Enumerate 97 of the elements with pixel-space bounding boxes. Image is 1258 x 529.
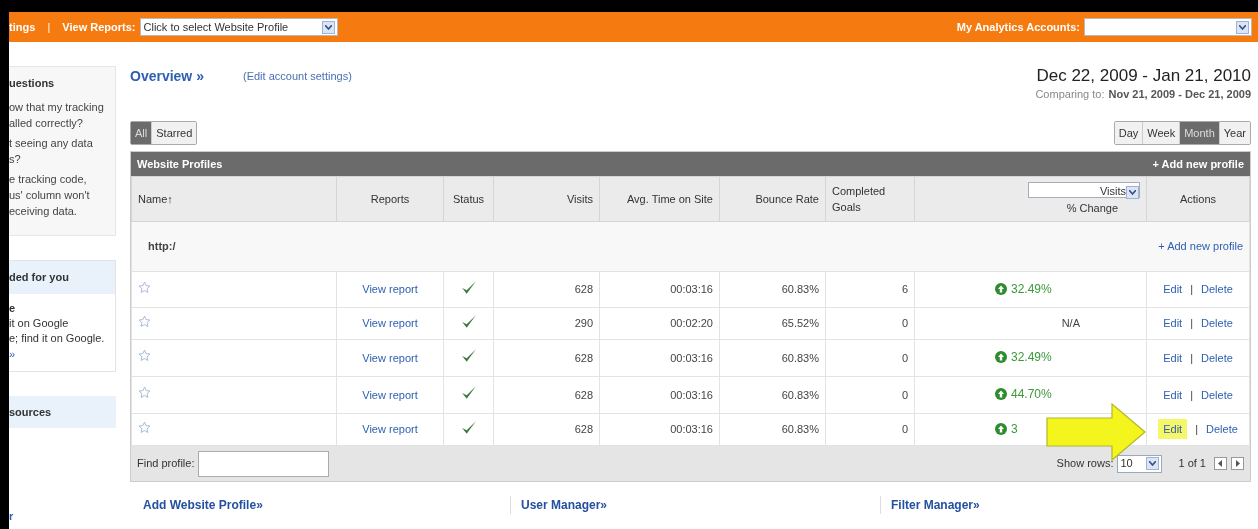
next-page-button[interactable] (1231, 457, 1244, 470)
time-cell: 00:02:20 (599, 307, 720, 340)
help-question[interactable]: ow that my tracking alled correctly? (9, 99, 113, 131)
separator: | (1190, 388, 1193, 401)
sidebar-heading: sources (9, 395, 116, 428)
separator: | (1190, 351, 1193, 364)
edit-link[interactable]: Edit (1163, 388, 1183, 401)
goals-cell: 0 (825, 376, 915, 414)
visits-cell: 290 (493, 307, 600, 340)
bottom-link[interactable]: Add Website Profile» (130, 496, 510, 514)
time-cell: 00:03:16 (599, 271, 720, 308)
star-icon[interactable] (138, 280, 151, 294)
bottom-link[interactable]: User Manager» (510, 496, 880, 514)
time-cell: 00:03:16 (599, 376, 720, 414)
pager-text: 1 of 1 (1178, 456, 1206, 472)
delete-link[interactable]: Delete (1201, 317, 1233, 330)
bounce-rate-cell: 60.83% (719, 376, 826, 414)
right-arrow-icon (1235, 460, 1240, 467)
goals-cell: 0 (825, 307, 915, 340)
delete-link[interactable]: Delete (1206, 423, 1238, 436)
view-report-link[interactable]: View report (362, 388, 418, 401)
goals-cell: 0 (825, 339, 915, 377)
left-arrow-icon (1218, 460, 1223, 467)
bottom-link[interactable]: Filter Manager» (880, 496, 1250, 514)
visits-cell: 628 (493, 413, 600, 446)
column-header[interactable]: Name↑ (131, 176, 337, 222)
separator: | (1195, 423, 1198, 436)
visits-cell: 628 (493, 376, 600, 414)
edit-link[interactable]: Edit (1158, 419, 1188, 440)
metric-select[interactable]: Visits (1028, 181, 1140, 198)
separator: | (47, 19, 51, 35)
edit-link[interactable]: Edit (1163, 317, 1183, 330)
bounce-rate-cell: 60.83% (719, 271, 826, 308)
sidebar-link[interactable]: r (9, 508, 116, 525)
profile-select[interactable]: Click to select Website Profile (139, 18, 338, 36)
accounts-select[interactable] (1084, 18, 1252, 36)
change-value: N/A (1061, 317, 1080, 330)
visits-cell: 628 (493, 271, 600, 308)
visits-cell: 628 (493, 339, 600, 377)
bounce-rate-cell: 60.83% (719, 339, 826, 377)
edit-link[interactable]: Edit (1163, 351, 1183, 364)
star-icon[interactable] (138, 349, 151, 363)
recommendation-title: e (9, 300, 17, 316)
star-icon[interactable] (138, 314, 151, 328)
tab[interactable]: Starred (151, 121, 197, 144)
separator: | (1190, 283, 1193, 296)
star-icon[interactable] (138, 386, 151, 400)
column-header: Reports (336, 176, 444, 222)
goals-cell: 0 (825, 413, 915, 446)
change-value: 32.49% (1011, 280, 1052, 298)
time-cell: 00:03:16 (599, 413, 720, 446)
comparing-range: Nov 21, 2009 - Dec 21, 2009 (1108, 88, 1251, 100)
delete-link[interactable]: Delete (1201, 351, 1233, 364)
column-header: Completed Goals (825, 176, 915, 222)
column-header: Avg. Time on Site (599, 176, 720, 222)
column-header: Bounce Rate (719, 176, 826, 222)
delete-link[interactable]: Delete (1201, 388, 1233, 401)
tab[interactable]: Year (1218, 121, 1250, 144)
comparing-label: Comparing to: (1035, 88, 1105, 100)
previous-page-button[interactable] (1214, 457, 1227, 470)
edit-link[interactable]: Edit (1163, 283, 1183, 296)
column-header: Actions (1146, 176, 1250, 222)
time-cell: 00:03:16 (599, 339, 720, 377)
find-profile-field[interactable] (198, 450, 330, 477)
sidebar-heading: uestions (9, 76, 56, 91)
accounts-label: My Analytics Accounts: (956, 19, 1080, 35)
recommendation-text: it on Google e; find it on Google. (9, 316, 106, 346)
help-question[interactable]: t seeing any data s? (9, 135, 113, 167)
bounce-rate-cell: 60.83% (719, 413, 826, 446)
view-reports-label: View Reports: (62, 19, 136, 35)
column-header: % Change (1065, 200, 1118, 216)
more-link[interactable]: » (9, 346, 16, 363)
column-header: Status (443, 176, 494, 222)
account-url: http:/ (131, 221, 1147, 272)
add-profile-link[interactable]: + Add new profile (1152, 155, 1244, 173)
sidebar-heading: ded for you (9, 261, 115, 294)
view-report-link[interactable]: View report (362, 351, 418, 364)
change-value: 3 (1011, 420, 1018, 438)
find-profile-label: Find profile: (137, 456, 195, 472)
tab[interactable]: All (131, 121, 152, 144)
change-value: 32.49% (1011, 349, 1052, 367)
rows-select[interactable]: 10 (1117, 454, 1163, 473)
table-title: Website Profiles (137, 156, 223, 172)
star-icon[interactable] (138, 420, 151, 434)
change-value: 44.70% (1011, 386, 1052, 404)
overview-title[interactable]: Overview » (130, 66, 243, 87)
delete-link[interactable]: Delete (1201, 283, 1233, 296)
edit-settings-link[interactable]: (Edit account settings) (243, 68, 352, 85)
goals-cell: 6 (825, 271, 915, 308)
column-header: Visits (493, 176, 600, 222)
tab[interactable]: Month (1179, 121, 1219, 144)
date-range: Dec 22, 2009 - Jan 21, 2010 (1035, 66, 1251, 86)
view-report-link[interactable]: View report (362, 283, 418, 296)
help-question[interactable]: e tracking code, us' column won't eceiving data. (9, 171, 113, 219)
bounce-rate-cell: 65.52% (719, 307, 826, 340)
separator: | (1190, 317, 1193, 330)
show-rows-label: Show rows: (1056, 456, 1114, 472)
